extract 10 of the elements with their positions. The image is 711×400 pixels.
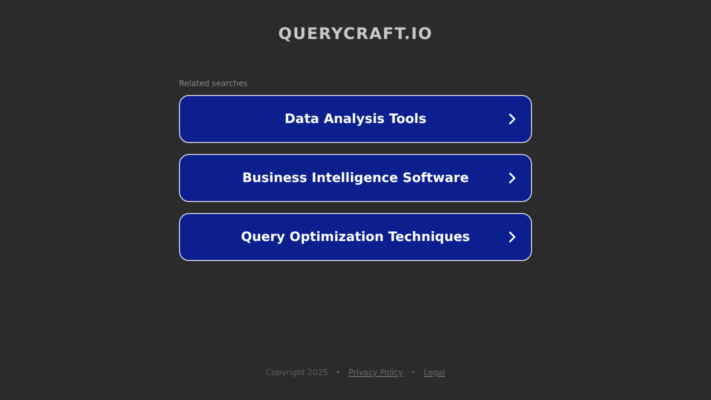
chevron-right-icon [508, 113, 516, 125]
chevron-right-icon [508, 231, 516, 243]
search-link-button[interactable]: Query Optimization Techniques [179, 213, 532, 261]
separator-dot: • [336, 368, 340, 377]
site-title: QUERYCRAFT.IO [278, 24, 433, 44]
search-link-button[interactable]: Business Intelligence Software [179, 154, 532, 202]
separator-dot: • [411, 368, 416, 377]
chevron-right-icon [508, 172, 516, 184]
search-link-button[interactable]: Data Analysis Tools [179, 95, 532, 143]
section-label: Related searches [179, 79, 248, 88]
